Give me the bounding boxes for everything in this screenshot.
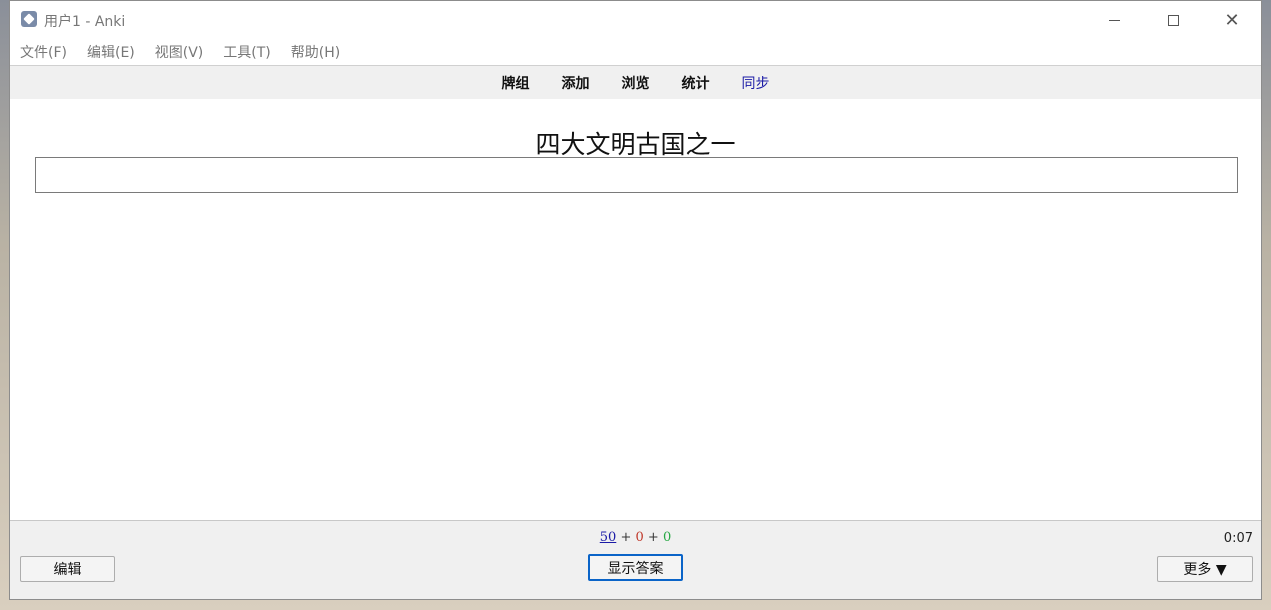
close-icon: ✕ bbox=[1224, 9, 1240, 31]
main-toolbar: 牌组 添加 浏览 统计 同步 bbox=[10, 65, 1261, 99]
title-bar: 用户1 - Anki ✕ bbox=[10, 1, 1261, 39]
edit-button[interactable]: 编辑 bbox=[20, 556, 115, 582]
more-button[interactable]: 更多 ▼ bbox=[1157, 556, 1253, 582]
menu-tools[interactable]: 工具(T) bbox=[223, 42, 270, 62]
close-button[interactable]: ✕ bbox=[1203, 1, 1261, 39]
window-title: 用户1 - Anki bbox=[44, 14, 126, 30]
toolbar-decks-link[interactable]: 牌组 bbox=[502, 73, 530, 93]
menu-bar: 文件(F) 编辑(E) 视图(V) 工具(T) 帮助(H) bbox=[10, 39, 1261, 65]
review-count: 0 bbox=[662, 530, 672, 545]
review-timer: 0:07 bbox=[1223, 531, 1253, 546]
toolbar-browse-link[interactable]: 浏览 bbox=[622, 73, 650, 93]
menu-file[interactable]: 文件(F) bbox=[20, 42, 67, 62]
maximize-icon bbox=[1167, 14, 1179, 26]
maximize-button[interactable] bbox=[1144, 1, 1202, 39]
menu-edit[interactable]: 编辑(E) bbox=[87, 42, 135, 62]
menu-view[interactable]: 视图(V) bbox=[155, 42, 204, 62]
show-answer-button[interactable]: 显示答案 bbox=[588, 554, 683, 581]
anki-logo-icon bbox=[21, 11, 37, 27]
card-question: 四大文明古国之一 bbox=[535, 130, 736, 159]
count-separator: + bbox=[620, 530, 632, 545]
minimize-button[interactable] bbox=[1085, 1, 1143, 39]
learning-count: 0 bbox=[635, 530, 644, 545]
toolbar-stats-link[interactable]: 统计 bbox=[682, 73, 710, 93]
toolbar-sync-link[interactable]: 同步 bbox=[742, 73, 770, 93]
due-counts: 50 + 0 + 0 bbox=[10, 530, 1261, 545]
review-bottom-bar: 50 + 0 + 0 0:07 编辑 显示答案 更多 ▼ bbox=[10, 520, 1261, 599]
type-answer-input[interactable] bbox=[35, 157, 1238, 193]
minimize-icon bbox=[1108, 19, 1120, 21]
new-count: 50 bbox=[599, 530, 617, 545]
card-review-area: 四大文明古国之一 bbox=[10, 99, 1261, 520]
anki-window: 用户1 - Anki ✕ 文件(F) 编辑(E) 视图(V) 工具(T) 帮助(… bbox=[9, 0, 1262, 600]
toolbar-add-link[interactable]: 添加 bbox=[562, 73, 590, 93]
menu-help[interactable]: 帮助(H) bbox=[291, 42, 340, 62]
count-separator: + bbox=[647, 530, 659, 545]
